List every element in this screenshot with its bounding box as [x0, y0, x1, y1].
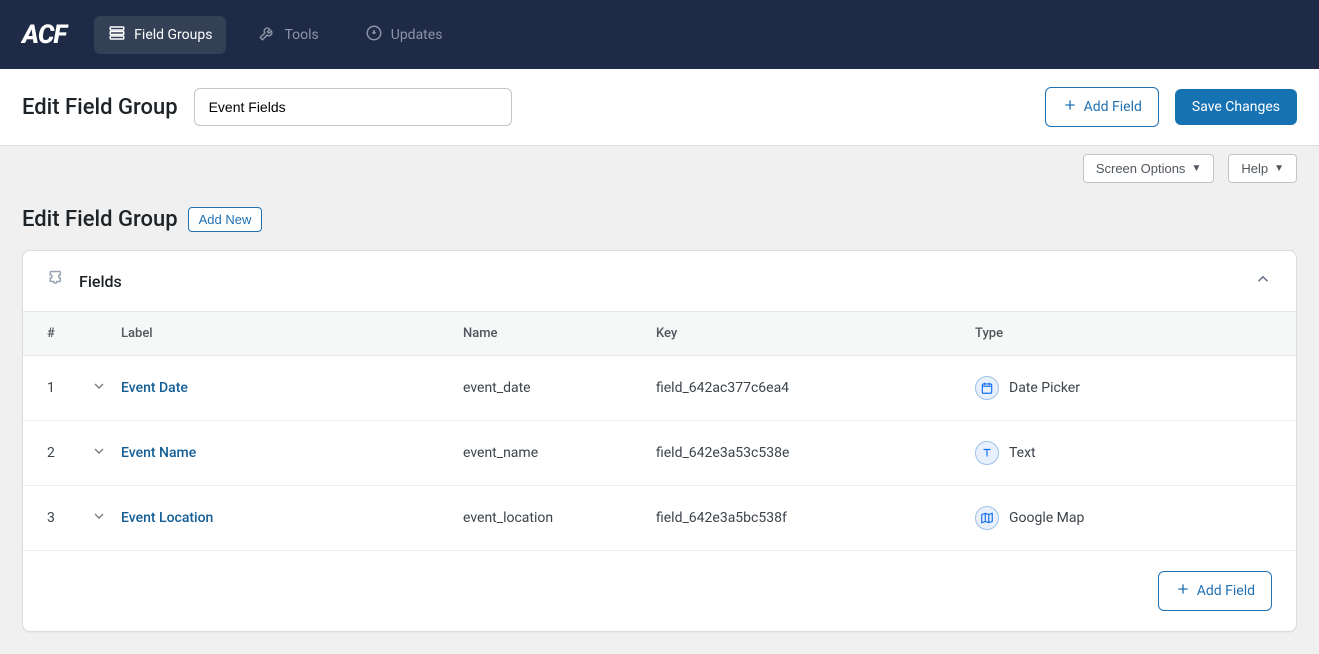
button-label: Add Field [1084, 99, 1142, 115]
help-button[interactable]: Help ▼ [1228, 154, 1297, 183]
button-label: Add Field [1197, 583, 1255, 599]
header-bar: Edit Field Group Add Field Save Changes [0, 69, 1319, 146]
col-header-type: Type [975, 326, 1272, 341]
download-icon [365, 24, 383, 46]
col-header-num: # [47, 326, 91, 341]
plus-icon [1062, 97, 1078, 117]
group-name-input[interactable] [194, 88, 512, 126]
button-label: Save Changes [1192, 99, 1280, 115]
nav-item-label: Field Groups [134, 27, 212, 43]
plus-icon [1175, 581, 1191, 601]
nav-item-updates[interactable]: Updates [351, 16, 457, 54]
field-label-link[interactable]: Event Location [121, 510, 213, 526]
field-label-link[interactable]: Event Name [121, 445, 196, 461]
field-key: field_642ac377c6ea4 [656, 380, 975, 396]
chevron-down-icon [91, 447, 107, 463]
nav-item-label: Updates [391, 27, 443, 43]
layers-icon [108, 24, 126, 46]
save-changes-button[interactable]: Save Changes [1175, 89, 1297, 125]
subheader: Edit Field Group Add New [0, 183, 1319, 250]
field-type: Date Picker [1009, 380, 1080, 396]
row-num: 3 [47, 510, 91, 526]
logo: ACF [22, 20, 66, 50]
field-key: field_642e3a53c538e [656, 445, 975, 461]
puzzle-icon [47, 269, 67, 293]
add-field-button-bottom[interactable]: Add Field [1158, 571, 1272, 611]
expand-toggle[interactable] [91, 508, 121, 528]
map-icon [975, 506, 999, 530]
field-label-link[interactable]: Event Date [121, 380, 188, 396]
panel-footer: Add Field [23, 551, 1296, 631]
field-key: field_642e3a5bc538f [656, 510, 975, 526]
row-num: 2 [47, 445, 91, 461]
col-header-key: Key [656, 326, 975, 341]
button-label: Help [1241, 161, 1268, 176]
fields-panel: Fields # Label Name Key Type 1 Event Date… [22, 250, 1297, 632]
col-header-label: Label [121, 326, 463, 341]
field-name: event_location [463, 510, 656, 526]
expand-toggle[interactable] [91, 443, 121, 463]
nav-item-tools[interactable]: Tools [244, 16, 332, 54]
nav-item-label: Tools [284, 27, 318, 43]
add-field-button-top[interactable]: Add Field [1045, 87, 1159, 127]
table-row: 2 Event Name event_namefield_642e3a53c538e… [23, 421, 1296, 486]
field-name: event_date [463, 380, 656, 396]
calendar-icon [975, 376, 999, 400]
chevron-down-icon [91, 512, 107, 528]
add-new-button[interactable]: Add New [188, 207, 263, 232]
top-nav: ACF Field Groups Tools Updates [0, 0, 1319, 69]
field-type: Text [1009, 445, 1036, 461]
panel-title: Fields [79, 272, 1242, 291]
chevron-down-icon [91, 382, 107, 398]
caret-down-icon: ▼ [1191, 163, 1201, 174]
screen-options-button[interactable]: Screen Options ▼ [1083, 154, 1215, 183]
page-title: Edit Field Group [22, 95, 178, 120]
table-row: 1 Event Date event_datefield_642ac377c6ea4… [23, 356, 1296, 421]
button-label: Screen Options [1096, 161, 1186, 176]
table-header: # Label Name Key Type [23, 312, 1296, 356]
row-num: 1 [47, 380, 91, 396]
wp-toolbar: Screen Options ▼ Help ▼ [0, 146, 1319, 183]
collapse-toggle[interactable] [1254, 270, 1272, 292]
col-header-name: Name [463, 326, 656, 341]
table-row: 3 Event Location event_locationfield_642e3… [23, 486, 1296, 551]
subheader-title: Edit Field Group [22, 207, 178, 232]
expand-toggle[interactable] [91, 378, 121, 398]
caret-down-icon: ▼ [1274, 163, 1284, 174]
nav-item-field-groups[interactable]: Field Groups [94, 16, 226, 54]
nav-items: Field Groups Tools Updates [94, 16, 456, 54]
field-type: Google Map [1009, 510, 1084, 526]
field-name: event_name [463, 445, 656, 461]
panel-header: Fields [23, 251, 1296, 312]
text-icon [975, 441, 999, 465]
wrench-icon [258, 24, 276, 46]
